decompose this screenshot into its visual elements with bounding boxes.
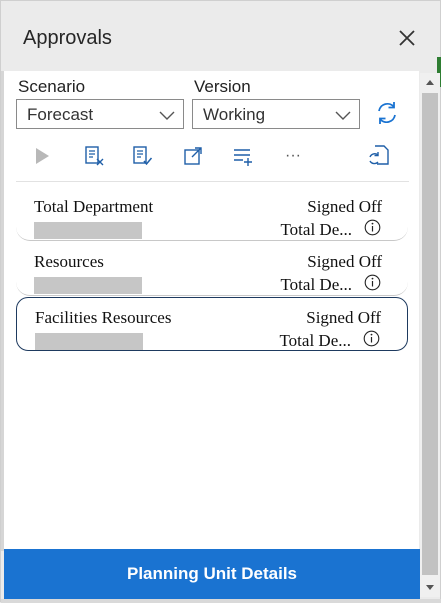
item-status: Signed Off xyxy=(307,197,382,216)
scenario-select-value: Forecast xyxy=(27,105,94,124)
info-icon[interactable] xyxy=(364,274,381,291)
list-item[interactable]: Resources Signed Off Total De... xyxy=(16,242,408,296)
item-name: Total Department xyxy=(34,197,154,216)
reject-icon[interactable] xyxy=(81,143,107,169)
panel-title: Approvals xyxy=(23,27,112,49)
play-icon[interactable] xyxy=(29,143,55,169)
scrollbar-thumb[interactable] xyxy=(422,93,438,575)
item-owner: Total De... xyxy=(280,220,352,239)
chevron-down-icon xyxy=(159,108,175,126)
item-name: Facilities Resources xyxy=(35,308,172,327)
planning-unit-details-button[interactable]: Planning Unit Details xyxy=(4,549,420,599)
refresh-doc-icon[interactable] xyxy=(366,143,392,169)
redacted-field xyxy=(34,277,142,294)
list-item[interactable]: Total Department Signed Off Total De... xyxy=(16,187,408,241)
scroll-down-arrow-icon[interactable] xyxy=(420,579,440,597)
scrollbar[interactable] xyxy=(420,73,440,597)
open-external-icon[interactable] xyxy=(180,143,206,169)
close-icon[interactable] xyxy=(394,25,420,51)
info-icon[interactable] xyxy=(364,219,381,236)
version-select[interactable]: Working xyxy=(192,99,360,129)
list-item-selected[interactable]: Facilities Resources Signed Off Total De… xyxy=(16,297,408,351)
redacted-field xyxy=(35,333,143,350)
chevron-down-icon xyxy=(335,108,351,126)
add-list-icon[interactable] xyxy=(230,143,256,169)
info-icon[interactable] xyxy=(363,330,380,347)
redacted-field xyxy=(34,222,142,239)
item-name: Resources xyxy=(34,252,104,271)
item-owner: Total De... xyxy=(280,275,352,294)
scroll-up-arrow-icon[interactable] xyxy=(420,73,440,91)
version-label: Version xyxy=(194,77,251,96)
toolbar-divider xyxy=(16,181,409,182)
more-icon[interactable]: ··· xyxy=(280,143,306,169)
approvals-panel: Approvals Scenario Version Forecast Work… xyxy=(0,0,441,603)
item-owner: Total De... xyxy=(279,331,351,350)
scenario-label: Scenario xyxy=(18,77,86,96)
bottom-strip xyxy=(1,599,441,603)
refresh-icon[interactable] xyxy=(373,99,401,127)
item-status: Signed Off xyxy=(307,252,382,271)
footer-button-label: Planning Unit Details xyxy=(126,564,298,583)
approve-icon[interactable] xyxy=(129,143,155,169)
item-status: Signed Off xyxy=(306,308,381,327)
version-select-value: Working xyxy=(203,105,266,124)
panel-header: Approvals xyxy=(1,1,440,71)
scenario-select[interactable]: Forecast xyxy=(16,99,184,129)
